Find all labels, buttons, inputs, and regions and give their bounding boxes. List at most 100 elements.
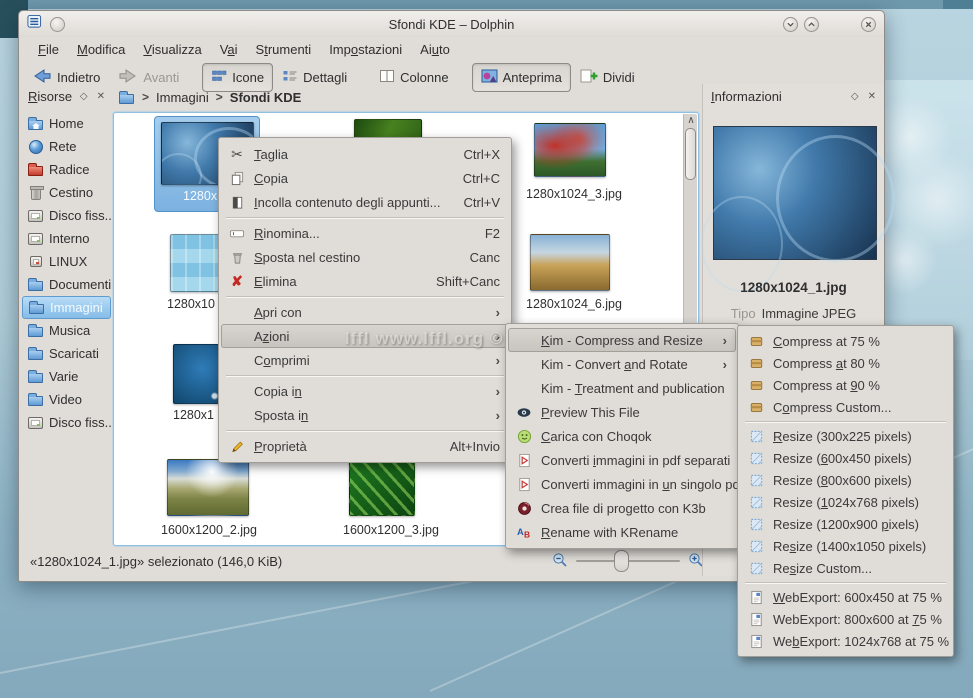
places-panel: Risorse ◇ ✕ Home Rete Radice Cestino Dis… [22, 84, 111, 566]
sidebar-item-documenti[interactable]: Documenti [22, 273, 111, 296]
sidebar-item-home[interactable]: Home [22, 112, 111, 135]
menu-item-kim-treatment[interactable]: Kim - Treatment and publication › [508, 376, 736, 400]
information-panel-title: Informazioni [711, 89, 782, 104]
menu-visualizza[interactable]: Visualizza [134, 39, 210, 60]
menu-item-compress-75[interactable]: Compress at 75 % [740, 330, 951, 352]
submenu-arrow-icon: › [496, 329, 500, 344]
menu-impostazioni[interactable]: Impostazioni [320, 39, 411, 60]
menu-item-resize-300[interactable]: Resize (300x225 pixels) [740, 425, 951, 447]
places-close-button[interactable]: ✕ [97, 91, 105, 102]
sidebar-item-video[interactable]: Video [22, 388, 111, 411]
menu-item-copia-in[interactable]: Copia in › [221, 379, 509, 403]
menu-item-k3b[interactable]: Crea file di progetto con K3b [508, 496, 736, 520]
titlebar[interactable]: Sfondi KDE – Dolphin [19, 11, 884, 37]
menu-vai[interactable]: Vai [211, 39, 247, 60]
menu-item-compress-90[interactable]: Compress at 90 % [740, 374, 951, 396]
menu-item-rinomina[interactable]: Rinomina... F2 [221, 221, 509, 245]
scroll-up-arrow[interactable]: ∧ [684, 115, 698, 127]
menu-item-pdf-separati[interactable]: Converti immagini in pdf separati [508, 448, 736, 472]
window-menu-button[interactable] [50, 17, 65, 32]
menu-item-sposta-in[interactable]: Sposta in › [221, 403, 509, 427]
menu-item-compress-custom[interactable]: Compress Custom... [740, 396, 951, 418]
breadcrumb-separator: > [216, 90, 223, 104]
compress-resize-submenu: Compress at 75 % Compress at 80 % Compre… [737, 325, 954, 657]
sidebar-item-varie[interactable]: Varie [22, 365, 111, 388]
sidebar-item-disco-fisso-2[interactable]: Disco fiss... [22, 411, 111, 434]
window-title: Sfondi KDE – Dolphin [19, 17, 884, 32]
sidebar-item-immagini[interactable]: Immagini [22, 296, 111, 319]
sidebar-item-musica[interactable]: Musica [22, 319, 111, 342]
menu-item-sposta-cestino[interactable]: Sposta nel cestino Canc [221, 245, 509, 269]
menu-modifica[interactable]: Modifica [68, 39, 134, 60]
sidebar-item-cestino[interactable]: Cestino [22, 181, 111, 204]
actions-submenu: Kim - Compress and Resize › Kim - Conver… [505, 323, 739, 549]
menu-item-webexport-600[interactable]: WebExport: 600x450 at 75 % [740, 586, 951, 608]
breadcrumb-current[interactable]: Sfondi KDE [230, 90, 302, 105]
thumbnail-field [167, 459, 249, 516]
menu-item-taglia[interactable]: ✂ Taglia Ctrl+X [221, 142, 509, 166]
menu-item-resize-1400[interactable]: Resize (1400x1050 pixels) [740, 535, 951, 557]
menu-item-kim-convert[interactable]: Kim - Convert and Rotate › [508, 352, 736, 376]
menu-item-preview-file[interactable]: Preview This File [508, 400, 736, 424]
archive-icon [747, 378, 765, 392]
info-close-button[interactable]: ✕ [868, 91, 876, 102]
cut-icon: ✂ [228, 146, 246, 163]
menu-item-elimina[interactable]: ✘ Elimina Shift+Canc [221, 269, 509, 293]
sidebar-item-rete[interactable]: Rete [22, 135, 111, 158]
menu-item-resize-1200[interactable]: Resize (1200x900 pixels) [740, 513, 951, 535]
breadcrumb-folder-icon[interactable] [118, 89, 135, 105]
desktop-corner-shape-right [943, 0, 973, 9]
menu-item-resize-custom[interactable]: Resize Custom... [740, 557, 951, 579]
maximize-button[interactable] [804, 17, 819, 32]
menu-item-resize-800[interactable]: Resize (800x600 pixels) [740, 469, 951, 491]
menu-item-incolla[interactable]: Incolla contenuto degli appunti... Ctrl+… [221, 190, 509, 214]
file-item-1280x1024_6[interactable]: 1280x1024_6.jpg [519, 232, 629, 324]
resize-icon [747, 429, 765, 444]
zoom-slider-track[interactable] [576, 560, 680, 562]
wallpaper-light-column [885, 80, 973, 360]
menu-item-krename[interactable]: AB Rename with KRename [508, 520, 736, 544]
sidebar-item-linux[interactable]: LINUX [22, 250, 111, 273]
scrollbar-thumb[interactable] [685, 128, 696, 180]
zoom-out-icon[interactable] [552, 552, 568, 571]
menu-aiuto[interactable]: Aiuto [411, 39, 459, 60]
menu-item-resize-1024[interactable]: Resize (1024x768 pixels) [740, 491, 951, 513]
sidebar-item-disco-fisso-1[interactable]: Disco fiss... [22, 204, 111, 227]
copy-icon [228, 171, 246, 186]
sidebar-item-scaricati[interactable]: Scaricati [22, 342, 111, 365]
network-globe-icon [27, 139, 44, 155]
sidebar-item-interno[interactable]: Interno [22, 227, 111, 250]
pdf-icon [515, 477, 533, 492]
places-float-button[interactable]: ◇ [80, 91, 88, 102]
menu-item-pdf-singolo[interactable]: Converti immagini in un singolo pdf [508, 472, 736, 496]
menu-item-webexport-1024[interactable]: WebExport: 1024x768 at 75 % [740, 630, 951, 652]
close-button[interactable] [861, 17, 876, 32]
file-item-1600x1200_3[interactable]: 1600x1200_3.jpg [336, 454, 446, 549]
split-label: Dividi [603, 70, 635, 85]
menu-item-webexport-800[interactable]: WebExport: 800x600 at 75 % [740, 608, 951, 630]
menu-separator [226, 296, 504, 297]
svg-text:A: A [517, 526, 524, 536]
file-item-1280x1024_3[interactable]: 1280x1024_3.jpg [519, 121, 629, 213]
file-item-1600x1200_2[interactable]: 1600x1200_2.jpg [154, 457, 264, 549]
menu-item-proprieta[interactable]: Proprietà Alt+Invio [221, 434, 509, 458]
menu-item-azioni[interactable]: Azioni › [221, 324, 509, 348]
menu-item-compress-80[interactable]: Compress at 80 % [740, 352, 951, 374]
menu-item-carica-choqok[interactable]: Carica con Choqok [508, 424, 736, 448]
resize-icon [747, 451, 765, 466]
info-float-button[interactable]: ◇ [851, 91, 859, 102]
zoom-slider-handle[interactable] [614, 550, 629, 572]
menu-item-copia[interactable]: Copia Ctrl+C [221, 166, 509, 190]
menu-item-apri-con[interactable]: Apri con › [221, 300, 509, 324]
sidebar-item-radice[interactable]: Radice [22, 158, 111, 181]
menu-item-kim-compress[interactable]: Kim - Compress and Resize › [508, 328, 736, 352]
menu-item-comprimi[interactable]: Comprimi › [221, 348, 509, 372]
rename-icon [228, 226, 246, 241]
breadcrumb-parent[interactable]: Immagini [156, 90, 209, 105]
resize-icon [747, 495, 765, 510]
desktop-top-strip [0, 0, 973, 9]
menu-file[interactable]: File [29, 39, 68, 60]
menu-strumenti[interactable]: Strumenti [247, 39, 321, 60]
minimize-button[interactable] [783, 17, 798, 32]
menu-item-resize-600[interactable]: Resize (600x450 pixels) [740, 447, 951, 469]
